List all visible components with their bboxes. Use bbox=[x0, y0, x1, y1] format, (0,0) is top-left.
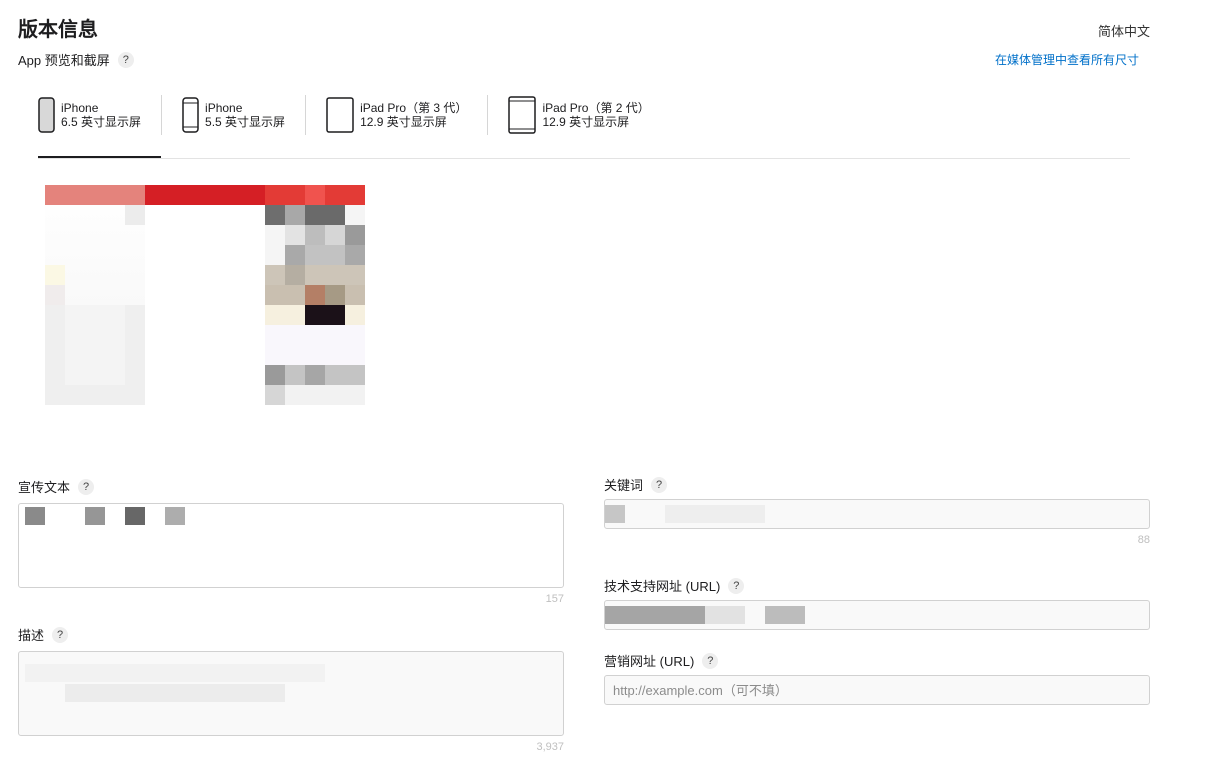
keywords-counter: 88 bbox=[1137, 534, 1150, 546]
redacted-text bbox=[605, 505, 625, 523]
ipad-pro-3-icon bbox=[326, 97, 354, 133]
tabs-baseline bbox=[38, 158, 1130, 159]
redacted-text bbox=[165, 507, 185, 525]
redacted-text bbox=[705, 606, 745, 624]
language-selector[interactable]: 简体中文 bbox=[1098, 21, 1150, 40]
preview-label-text: App 预览和截屏 bbox=[18, 53, 110, 68]
preview-section-label: App 预览和截屏 ? bbox=[18, 50, 134, 69]
ipad-pro-2-icon bbox=[508, 96, 537, 134]
tab-device-name: iPhone bbox=[205, 101, 243, 115]
preview-help-icon[interactable]: ? bbox=[117, 51, 134, 68]
promo-text-counter: 157 bbox=[545, 593, 564, 605]
redacted-text bbox=[65, 684, 285, 702]
redacted-text bbox=[25, 507, 45, 525]
tab-device-name: iPad Pro（第 2 代） bbox=[542, 101, 650, 115]
page-title: 版本信息 bbox=[18, 19, 98, 41]
iphone-5-5-icon bbox=[182, 97, 199, 133]
app-screenshot-2[interactable] bbox=[265, 185, 365, 405]
description-label-text: 描述 bbox=[18, 628, 45, 643]
tab-ipad-pro-3[interactable]: iPad Pro（第 3 代） 12.9 英寸显示屏 bbox=[326, 95, 487, 135]
description-textarea[interactable] bbox=[18, 651, 564, 736]
tab-iphone-6-5[interactable]: iPhone 6.5 英寸显示屏 bbox=[38, 95, 161, 135]
tab-device-name: iPhone bbox=[61, 101, 99, 115]
support-url-label: 技术支持网址 (URL) ? bbox=[604, 576, 745, 595]
promo-text-help-icon[interactable]: ? bbox=[78, 478, 95, 495]
support-url-label-text: 技术支持网址 (URL) bbox=[604, 579, 721, 594]
marketing-url-help-icon[interactable]: ? bbox=[702, 652, 719, 669]
app-screenshot-banner bbox=[145, 185, 265, 205]
redacted-text bbox=[125, 507, 145, 525]
media-manager-link[interactable]: 在媒体管理中查看所有尺寸 bbox=[995, 51, 1139, 68]
active-tab-indicator bbox=[38, 156, 161, 158]
keywords-label-text: 关键词 bbox=[604, 478, 644, 493]
keywords-label: 关键词 ? bbox=[604, 475, 668, 494]
redacted-text bbox=[665, 505, 765, 523]
redacted-text bbox=[765, 606, 805, 624]
device-tabs: iPhone 6.5 英寸显示屏 iPhone 5.5 英寸显示屏 iPad P… bbox=[38, 95, 670, 135]
description-counter: 3,937 bbox=[536, 741, 564, 753]
promo-text-label: 宣传文本 ? bbox=[18, 477, 95, 496]
tab-divider bbox=[487, 95, 489, 135]
support-url-input[interactable] bbox=[604, 600, 1150, 630]
iphone-6-5-icon bbox=[38, 97, 55, 133]
promo-text-label-text: 宣传文本 bbox=[18, 480, 71, 495]
tab-screen-size: 6.5 英寸显示屏 bbox=[61, 115, 142, 129]
marketing-url-label: 营销网址 (URL) ? bbox=[604, 651, 719, 670]
tab-divider bbox=[161, 95, 163, 135]
tab-divider bbox=[305, 95, 307, 135]
redacted-text bbox=[85, 507, 105, 525]
tab-screen-size: 12.9 英寸显示屏 bbox=[360, 115, 447, 129]
redacted-text bbox=[605, 606, 705, 624]
app-screenshot-1[interactable] bbox=[45, 185, 145, 405]
tab-ipad-pro-2[interactable]: iPad Pro（第 2 代） 12.9 英寸显示屏 bbox=[508, 95, 669, 135]
keywords-input[interactable] bbox=[604, 499, 1150, 529]
support-url-help-icon[interactable]: ? bbox=[728, 577, 745, 594]
tab-iphone-5-5[interactable]: iPhone 5.5 英寸显示屏 bbox=[182, 95, 305, 135]
tab-screen-size: 12.9 英寸显示屏 bbox=[542, 115, 630, 129]
redacted-text bbox=[25, 664, 325, 682]
description-help-icon[interactable]: ? bbox=[52, 626, 69, 643]
promo-text-textarea[interactable] bbox=[18, 503, 564, 588]
keywords-help-icon[interactable]: ? bbox=[651, 476, 668, 493]
marketing-url-input[interactable] bbox=[604, 675, 1150, 705]
tab-screen-size: 5.5 英寸显示屏 bbox=[205, 115, 286, 129]
marketing-url-label-text: 营销网址 (URL) bbox=[604, 654, 695, 669]
description-label: 描述 ? bbox=[18, 625, 69, 644]
tab-device-name: iPad Pro（第 3 代） bbox=[360, 101, 468, 115]
